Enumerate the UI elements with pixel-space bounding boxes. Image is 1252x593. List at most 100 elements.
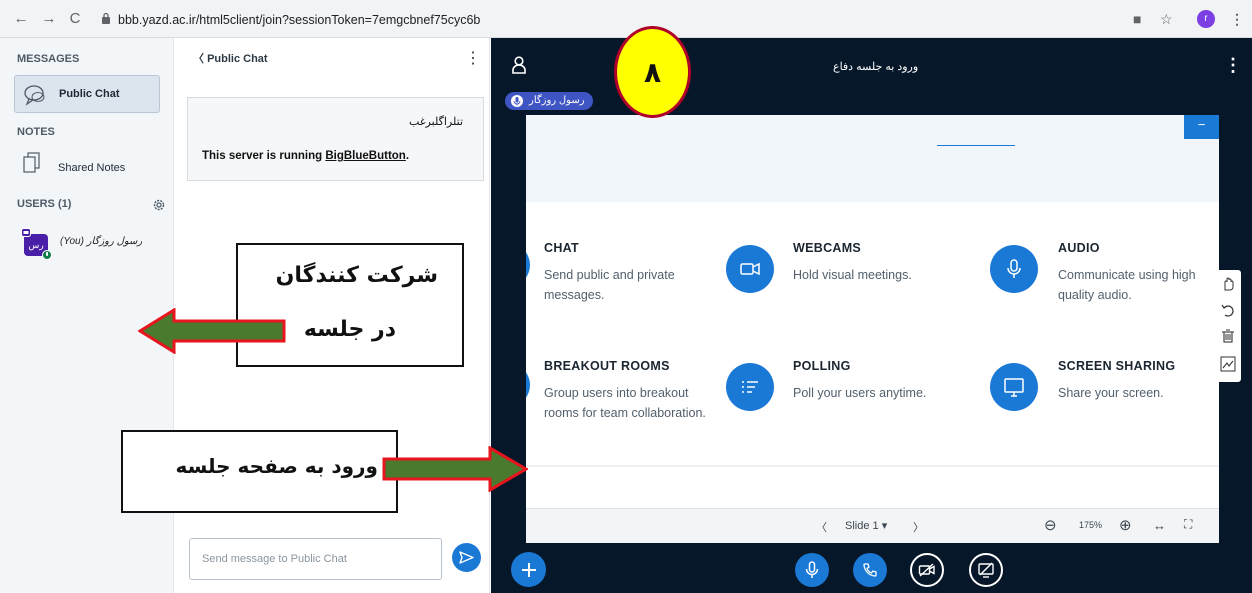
bigbluebutton-link[interactable]: BigBlueButton (325, 150, 405, 162)
chat-title: Public Chat (207, 53, 268, 65)
sidebar-item-label: Public Chat (59, 88, 120, 100)
slide-divider (526, 465, 1219, 467)
sidebar-item-public-chat[interactable]: Public Chat (14, 75, 160, 113)
previous-slide-button[interactable]: 〈 (816, 519, 827, 535)
sidebar-item-label: Shared Notes (58, 162, 126, 174)
options-menu-icon[interactable]: ⋮ (1224, 55, 1242, 76)
phone-icon (863, 563, 877, 577)
user-icon[interactable] (511, 56, 527, 74)
chat-back-button[interactable]: 〈 Public Chat (193, 50, 268, 66)
feature-description: Send public and private messages. (544, 268, 675, 302)
feature-title: POLLING (793, 359, 851, 373)
feature-description: Poll your users anytime. (793, 386, 927, 400)
desktop-screen-icon (990, 363, 1038, 411)
browser-menu-icon[interactable]: ⋮ (1230, 11, 1244, 28)
user-list-item[interactable]: رس (You) رسول روزگار (18, 228, 158, 260)
zoom-in-icon[interactable]: ⊕ (1119, 516, 1132, 534)
chat-bubble-icon (24, 85, 45, 106)
zoom-out-icon[interactable]: ⊖ (1044, 516, 1057, 534)
kebab-menu-icon[interactable]: ⋮ (465, 48, 481, 68)
hand-tool-icon[interactable] (1220, 276, 1236, 292)
actions-plus-button[interactable] (511, 552, 546, 587)
server-info-text: This server is running BigBlueButton. (202, 150, 409, 162)
arrow-right-icon[interactable]: → (40, 10, 58, 27)
step-number-badge: ۸ (614, 26, 691, 118)
chat-message-input[interactable]: Send message to Public Chat (189, 538, 442, 580)
browser-toolbar: ← → C bbb.yazd.ac.ir/html5client/join?se… (0, 0, 1252, 38)
share-screen-button[interactable] (969, 553, 1003, 587)
annotation-text: شرکت کنندگان (275, 263, 438, 288)
user-display-name: رسول روزگار (86, 236, 143, 247)
feature-description: Group users into breakout rooms for team… (544, 386, 706, 420)
welcome-text: تتلراگلبرغب (409, 116, 463, 128)
arrow-left-icon[interactable]: ← (12, 10, 30, 27)
annotation-text: ورود به صفحه جلسه (175, 454, 379, 478)
feature-description: Share your screen. (1058, 386, 1164, 400)
screen: ← → C bbb.yazd.ac.ir/html5client/join?se… (0, 0, 1252, 593)
draw-tool-icon[interactable] (1220, 356, 1236, 372)
trash-icon[interactable] (1220, 328, 1236, 344)
video-camera-icon (726, 245, 774, 293)
user-name: (You) رسول روزگار (60, 236, 142, 247)
enter-meeting-annotation: ورود به صفحه جلسه (121, 430, 398, 513)
send-icon (459, 551, 474, 564)
slide-label: Slide 1 (845, 520, 879, 532)
notes-section-title: NOTES (17, 126, 55, 138)
feature-title: BREAKOUT ROOMS (544, 359, 670, 373)
gear-icon[interactable] (152, 198, 166, 212)
minimize-presentation-button[interactable]: − (1184, 115, 1219, 139)
mic-icon (511, 95, 523, 107)
talker-name: رسول روزگار (529, 95, 585, 106)
server-info-prefix: This server is running (202, 150, 326, 162)
camera-icon[interactable]: ■ (1133, 11, 1141, 27)
plus-icon (521, 562, 536, 577)
zoom-level: 175% (1079, 520, 1103, 530)
presenter-icon (21, 228, 31, 237)
cropped-feature-icon (526, 243, 530, 287)
feature-title: CHAT (544, 241, 579, 255)
notes-icon (23, 152, 40, 173)
slide-underline (937, 145, 1015, 146)
presentation-slide[interactable]: − CHAT Send public and private messages.… (526, 115, 1219, 543)
leave-audio-button[interactable] (853, 553, 887, 587)
feature-title: SCREEN SHARING (1058, 359, 1176, 373)
screen-share-off-icon (978, 562, 994, 578)
star-icon[interactable]: ☆ (1160, 11, 1173, 28)
feature-description: Communicate using high quality audio. (1058, 268, 1196, 302)
fit-width-icon[interactable]: ↔ (1153, 518, 1166, 533)
whiteboard-toolbar (1215, 270, 1241, 382)
sidebar-item-shared-notes[interactable]: Shared Notes (14, 150, 160, 182)
slide-selector[interactable]: Slide 1 ▾ (845, 519, 887, 532)
meeting-title: ورود به جلسه دفاع (833, 61, 919, 73)
messages-section-title: MESSAGES (17, 53, 80, 65)
cropped-feature-icon (526, 363, 530, 407)
reload-icon[interactable]: C (66, 10, 84, 27)
fullscreen-icon[interactable]: ⛶ (1184, 517, 1192, 532)
chevron-left-icon: 〈 (193, 53, 208, 65)
mic-status-icon (42, 250, 52, 260)
send-message-button[interactable] (452, 543, 481, 572)
poll-list-icon (726, 363, 774, 411)
talking-indicator[interactable]: رسول روزگار (505, 92, 593, 110)
annotation-arrow-left (138, 308, 286, 354)
meeting-area: ورود به جلسه دفاع ⋮ رسول روزگار − CHAT S… (491, 38, 1252, 593)
address-bar[interactable]: bbb.yazd.ac.ir/html5client/join?sessionT… (118, 13, 480, 27)
welcome-message: تتلراگلبرغب This server is running BigBl… (187, 97, 484, 181)
presentation-toolbar: 〈 Slide 1 ▾ 〉 ⊖ 175% ⊕ ↔ ⛶ (526, 508, 1219, 543)
microphone-icon (990, 245, 1038, 293)
users-section-title: USERS (1) (17, 198, 72, 210)
share-webcam-button[interactable] (910, 553, 944, 587)
mute-button[interactable] (795, 553, 829, 587)
annotation-text: در جلسه (303, 317, 396, 342)
server-info-suffix: . (405, 150, 410, 162)
undo-icon[interactable] (1220, 302, 1236, 318)
next-slide-button[interactable]: 〉 (913, 519, 924, 535)
slide-header-band (526, 115, 1219, 202)
lock-icon (102, 12, 110, 24)
profile-avatar[interactable]: r (1197, 10, 1215, 28)
microphone-icon (805, 561, 819, 578)
annotation-arrow-right (382, 446, 528, 492)
feature-title: WEBCAMS (793, 241, 862, 255)
feature-description: Hold visual meetings. (793, 268, 912, 282)
chevron-down-icon: ▾ (881, 520, 888, 532)
